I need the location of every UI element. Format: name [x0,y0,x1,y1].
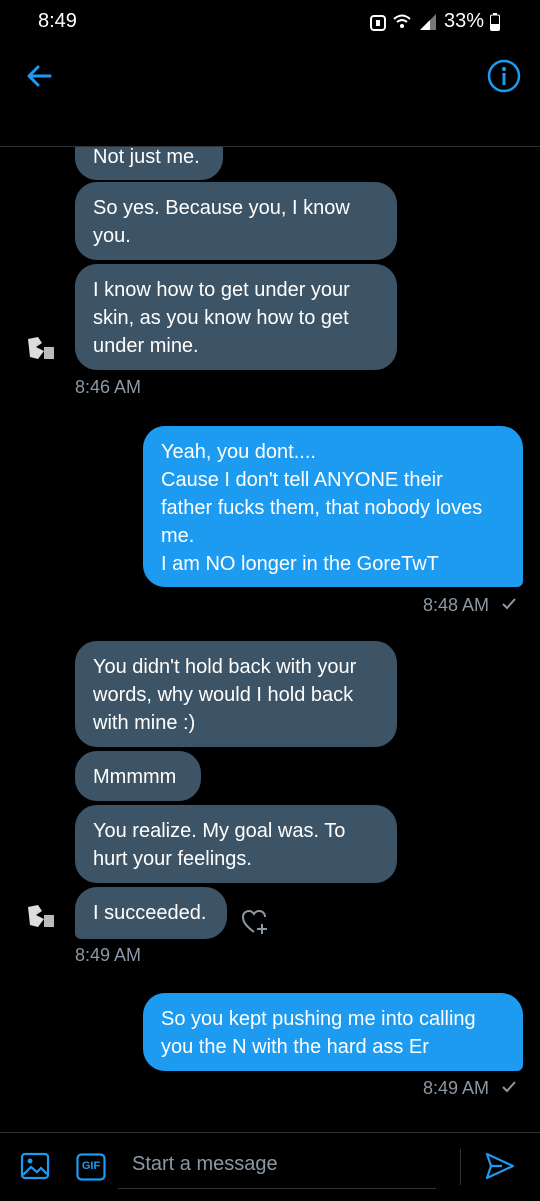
contact-avatar[interactable] [24,333,58,367]
alarm-icon [369,14,386,31]
send-icon [485,1152,515,1180]
check-icon [502,1081,516,1093]
contact-avatar[interactable] [24,901,58,935]
message-composer: GIF [0,1132,540,1201]
timestamp-text: 8:48 AM [422,595,489,615]
status-bar: 8:49 33% [0,0,540,44]
like-button[interactable] [240,907,270,937]
arrow-left-icon [27,65,52,87]
message-sent[interactable]: So you kept pushing me into calling you … [143,993,523,1071]
status-icons: 33% [369,10,500,33]
avatar-image-icon [24,333,58,367]
message-timestamp: 8:49 AM [75,945,142,965]
wifi-icon [393,14,411,28]
back-button[interactable] [22,58,58,94]
info-button[interactable] [486,58,522,94]
message-sent[interactable]: Yeah, you dont.... Cause I don't tell AN… [143,426,523,587]
message-input[interactable] [118,1141,436,1189]
avatar-image-icon [24,901,58,935]
composer-divider [460,1149,461,1185]
timestamp-text: 8:49 AM [422,1078,489,1098]
message-received[interactable]: You realize. My goal was. To hurt your f… [75,805,397,883]
battery-icon [490,12,500,31]
battery-percent: 33% [443,10,484,32]
message-timestamp: 8:48 AM [423,595,516,616]
conversation-header [0,44,540,147]
gif-button[interactable]: GIF [76,1153,106,1186]
gif-label: GIF [81,1160,101,1172]
message-received[interactable]: You didn't hold back with your words, wh… [75,641,397,747]
send-button[interactable] [484,1150,516,1187]
status-time: 8:49 [38,10,77,32]
message-timestamp: 8:46 AM [75,377,142,397]
info-icon [487,59,521,93]
message-received[interactable]: Mmmmm [75,751,201,801]
image-icon [20,1152,50,1180]
message-received[interactable]: Not just me. [75,147,223,180]
message-received[interactable]: I succeeded. [75,887,227,939]
message-list[interactable]: Not just me. So yes. Because you, I know… [0,147,540,1132]
heart-plus-icon [241,909,267,934]
check-icon [502,598,516,610]
signal-icon [419,13,436,30]
message-received[interactable]: So yes. Because you, I know you. [75,182,397,260]
media-button[interactable] [20,1151,50,1186]
message-timestamp: 8:49 AM [423,1078,516,1099]
message-received[interactable]: I know how to get under your skin, as yo… [75,264,397,370]
